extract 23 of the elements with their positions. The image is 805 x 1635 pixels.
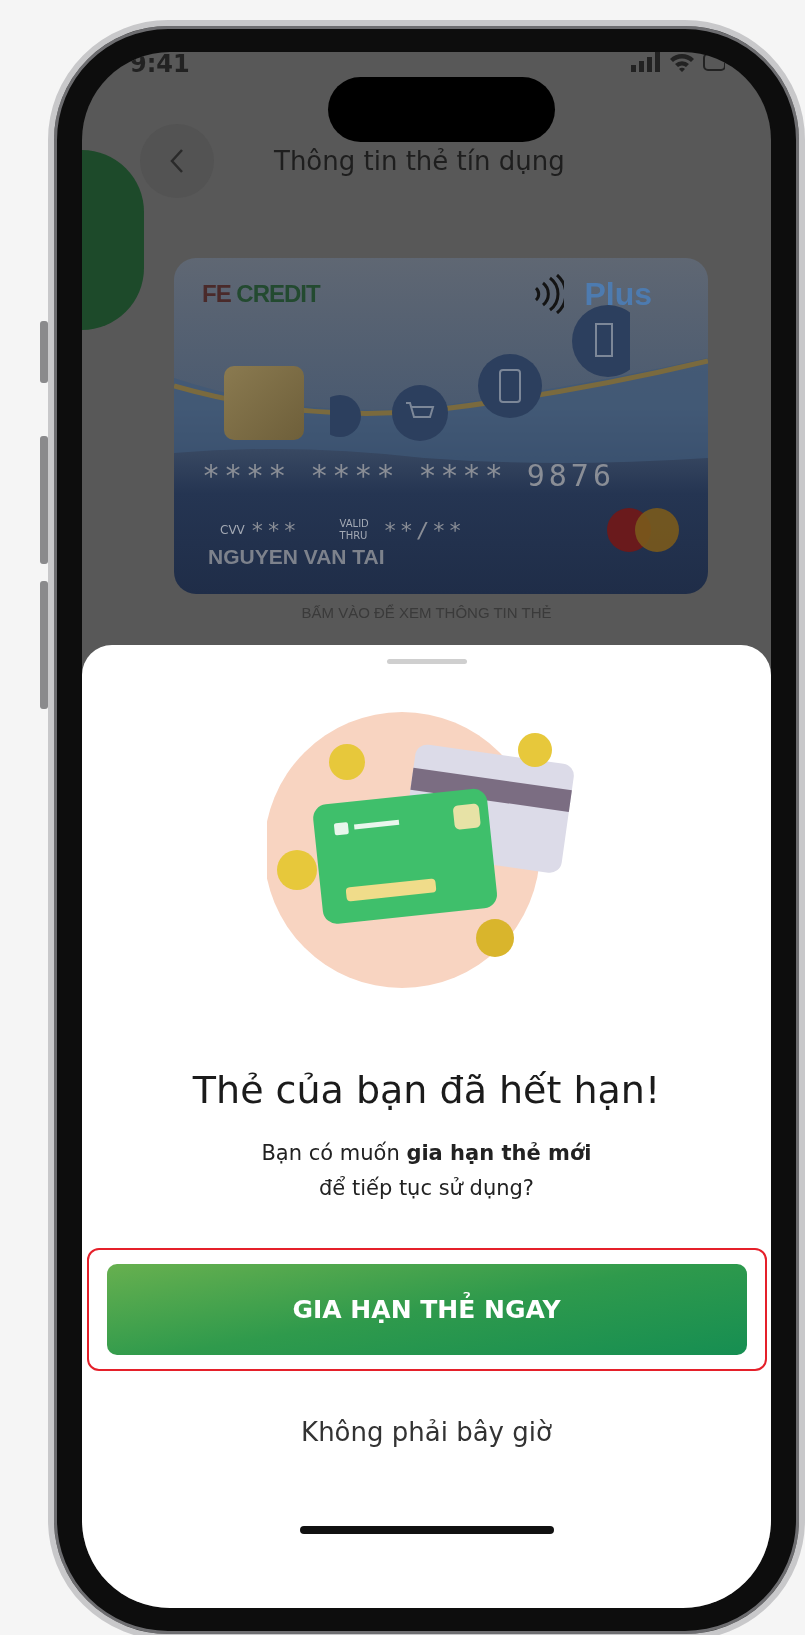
renew-card-button[interactable]: GIA HẠN THẺ NGAY [106, 1264, 747, 1355]
card-number-group: **** [418, 458, 507, 493]
cvv-label: CVV [220, 523, 245, 537]
card-brand-logo: FE CREDIT [202, 280, 320, 308]
expiry-value: **/** [383, 517, 465, 543]
wifi-icon [669, 52, 695, 72]
cardholder-name: NGUYEN VAN TAI [208, 545, 385, 569]
cvv-value: *** [250, 517, 300, 543]
card-number-group: **** [202, 458, 291, 493]
battery-icon [703, 52, 725, 72]
sheet-message: Bạn có muốn gia hạn thẻ mới để tiếp tục sử dụng? [261, 1140, 592, 1202]
valid-thru-label: VALID THRU [339, 518, 370, 542]
contactless-icon [532, 274, 565, 314]
back-chevron-icon [170, 148, 184, 174]
sheet-handle[interactable] [386, 659, 467, 664]
card-tier-label: Plus [584, 275, 652, 313]
card-number-group: **** [310, 458, 399, 493]
card-number-group: 9876 [526, 458, 615, 493]
signal-icon [631, 52, 661, 72]
sheet-title: Thẻ của bạn đã hết hạn! [192, 1068, 661, 1112]
not-now-button[interactable]: Không phải bây giờ [291, 1411, 562, 1453]
screen-title: Thông tin thẻ tín dụng [274, 146, 565, 176]
credit-card[interactable]: FE CREDIT Plus **** **** **** 9876 CVV *** VALID THRU **/** NGUYEN VAN TAI [174, 258, 708, 594]
